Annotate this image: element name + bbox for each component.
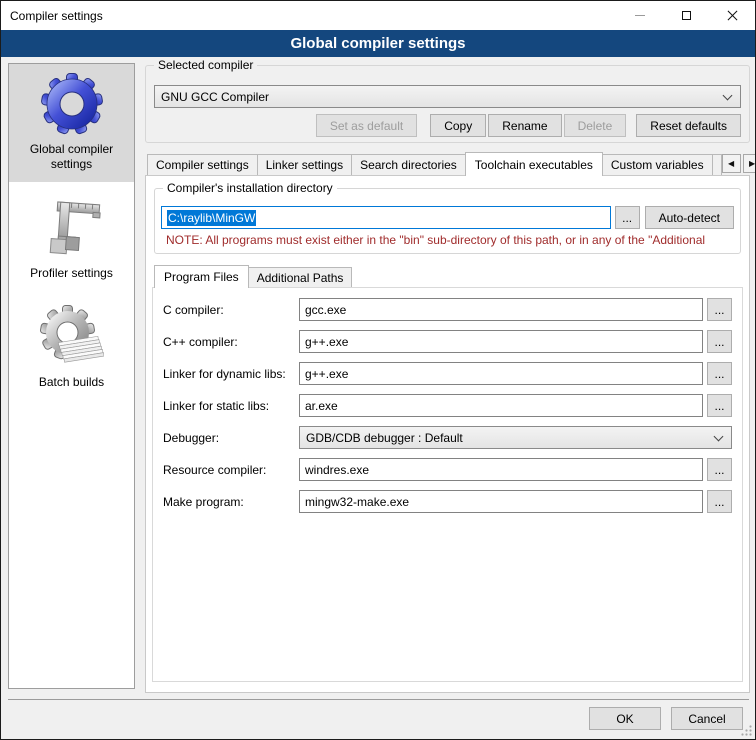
reset-defaults-button[interactable]: Reset defaults (636, 114, 741, 137)
dynamic-linker-row: Linker for dynamic libs: ... (163, 362, 732, 385)
selected-compiler-group: Selected compiler GNU GCC Compiler Set a… (145, 65, 750, 143)
c-compiler-row: C compiler: ... (163, 298, 732, 321)
browse-button[interactable]: ... (707, 298, 732, 321)
cpp-compiler-row: C++ compiler: ... (163, 330, 732, 353)
chevron-down-icon (714, 431, 724, 441)
dialog-buttons: OK Cancel (589, 707, 743, 730)
tab-scroll-left-button[interactable]: ◀ (722, 154, 741, 173)
static-linker-row: Linker for static libs: ... (163, 394, 732, 417)
tab-additional-paths[interactable]: Additional Paths (248, 267, 353, 287)
dialog-body: Global compiler settings (1, 57, 755, 739)
cancel-button[interactable]: Cancel (671, 707, 743, 730)
static-linker-input[interactable] (299, 394, 703, 417)
footer-divider (8, 699, 749, 700)
close-button[interactable] (709, 1, 755, 30)
debugger-select-value: GDB/CDB debugger : Default (306, 431, 711, 445)
ok-button[interactable]: OK (589, 707, 661, 730)
group-label: Selected compiler (154, 58, 257, 73)
delete-button[interactable]: Delete (564, 114, 627, 137)
field-label: Debugger: (163, 431, 299, 445)
make-program-row: Make program: ... (163, 490, 732, 513)
sidebar-item-profiler-settings[interactable]: Profiler settings (9, 188, 134, 291)
gray-gear-stack-icon (40, 305, 104, 369)
tab-scroll-arrows: ◀ ▶ (722, 154, 756, 173)
close-icon (727, 10, 738, 21)
program-files-panel: C compiler: ... C++ compiler: ... Linker… (152, 287, 743, 682)
debugger-row: Debugger: GDB/CDB debugger : Default (163, 426, 732, 449)
installation-directory-row: C:\raylib\MinGW ... Auto-detect (161, 206, 734, 229)
compiler-settings-dialog: Compiler settings Global compiler settin… (0, 0, 756, 740)
compiler-select-value: GNU GCC Compiler (161, 90, 720, 104)
make-program-input[interactable] (299, 490, 703, 513)
browse-button[interactable]: ... (707, 458, 732, 481)
sidebar-item-batch-builds[interactable]: Batch builds (9, 297, 134, 400)
field-label: C++ compiler: (163, 335, 299, 349)
sidebar-item-label: Profiler settings (30, 266, 113, 281)
copy-button[interactable]: Copy (430, 114, 486, 137)
tab-toolchain-executables[interactable]: Toolchain executables (465, 152, 603, 176)
rename-button[interactable]: Rename (488, 114, 561, 137)
auto-detect-button[interactable]: Auto-detect (645, 206, 734, 229)
field-label: C compiler: (163, 303, 299, 317)
main-panel: Selected compiler GNU GCC Compiler Set a… (145, 63, 750, 693)
window-controls (617, 1, 755, 30)
browse-button[interactable]: ... (707, 490, 732, 513)
group-label: Compiler's installation directory (163, 181, 337, 196)
resource-compiler-input[interactable] (299, 458, 703, 481)
compiler-actions: Set as default Copy Rename Delete Reset … (154, 114, 741, 137)
maximize-icon (682, 11, 691, 20)
field-label: Resource compiler: (163, 463, 299, 477)
settings-tabs: Compiler settings Linker settings Search… (145, 151, 750, 175)
tab-search-directories[interactable]: Search directories (351, 154, 466, 175)
chevron-down-icon (723, 90, 733, 100)
debugger-select[interactable]: GDB/CDB debugger : Default (299, 426, 732, 449)
program-tabs: Program Files Additional Paths (154, 264, 749, 287)
tab-custom-variables[interactable]: Custom variables (602, 154, 713, 175)
sidebar-item-label: Batch builds (39, 375, 104, 390)
installation-directory-group: Compiler's installation directory C:\ray… (154, 188, 741, 254)
dynamic-linker-input[interactable] (299, 362, 703, 385)
titlebar[interactable]: Compiler settings (1, 1, 755, 30)
tab-program-files[interactable]: Program Files (154, 265, 249, 288)
compiler-select[interactable]: GNU GCC Compiler (154, 85, 741, 108)
tab-linker-settings[interactable]: Linker settings (257, 154, 352, 175)
tab-scroll-right-button[interactable]: ▶ (743, 154, 756, 173)
triangle-left-icon: ◀ (728, 159, 734, 168)
resize-grip[interactable] (741, 725, 752, 736)
minimize-icon (635, 15, 645, 16)
maximize-button[interactable] (663, 1, 709, 30)
tab-build-truncated[interactable]: Build (712, 154, 722, 175)
browse-button[interactable]: ... (707, 394, 732, 417)
triangle-right-icon: ▶ (749, 159, 755, 168)
c-compiler-input[interactable] (299, 298, 703, 321)
tab-compiler-settings[interactable]: Compiler settings (147, 154, 258, 175)
browse-button[interactable]: ... (707, 362, 732, 385)
set-as-default-button[interactable]: Set as default (316, 114, 417, 137)
minimize-button[interactable] (617, 1, 663, 30)
sidebar-item-global-compiler-settings[interactable]: Global compiler settings (9, 64, 134, 182)
cpp-compiler-input[interactable] (299, 330, 703, 353)
caliper-icon (40, 196, 104, 260)
toolchain-executables-page: Compiler's installation directory C:\ray… (145, 175, 750, 693)
blue-gear-icon (40, 72, 104, 136)
browse-directory-button[interactable]: ... (615, 206, 640, 229)
installation-directory-input[interactable]: C:\raylib\MinGW (161, 206, 611, 229)
sidebar-item-label: Global compiler settings (11, 142, 132, 172)
browse-button[interactable]: ... (707, 330, 732, 353)
selected-text: C:\raylib\MinGW (167, 210, 256, 226)
settings-category-list: Global compiler settings (8, 63, 135, 689)
resource-compiler-row: Resource compiler: ... (163, 458, 732, 481)
field-label: Make program: (163, 495, 299, 509)
bin-subdirectory-note: NOTE: All programs must exist either in … (166, 233, 734, 247)
page-title: Global compiler settings (1, 30, 755, 57)
field-label: Linker for dynamic libs: (163, 367, 299, 381)
window-title: Compiler settings (1, 9, 103, 23)
field-label: Linker for static libs: (163, 399, 299, 413)
